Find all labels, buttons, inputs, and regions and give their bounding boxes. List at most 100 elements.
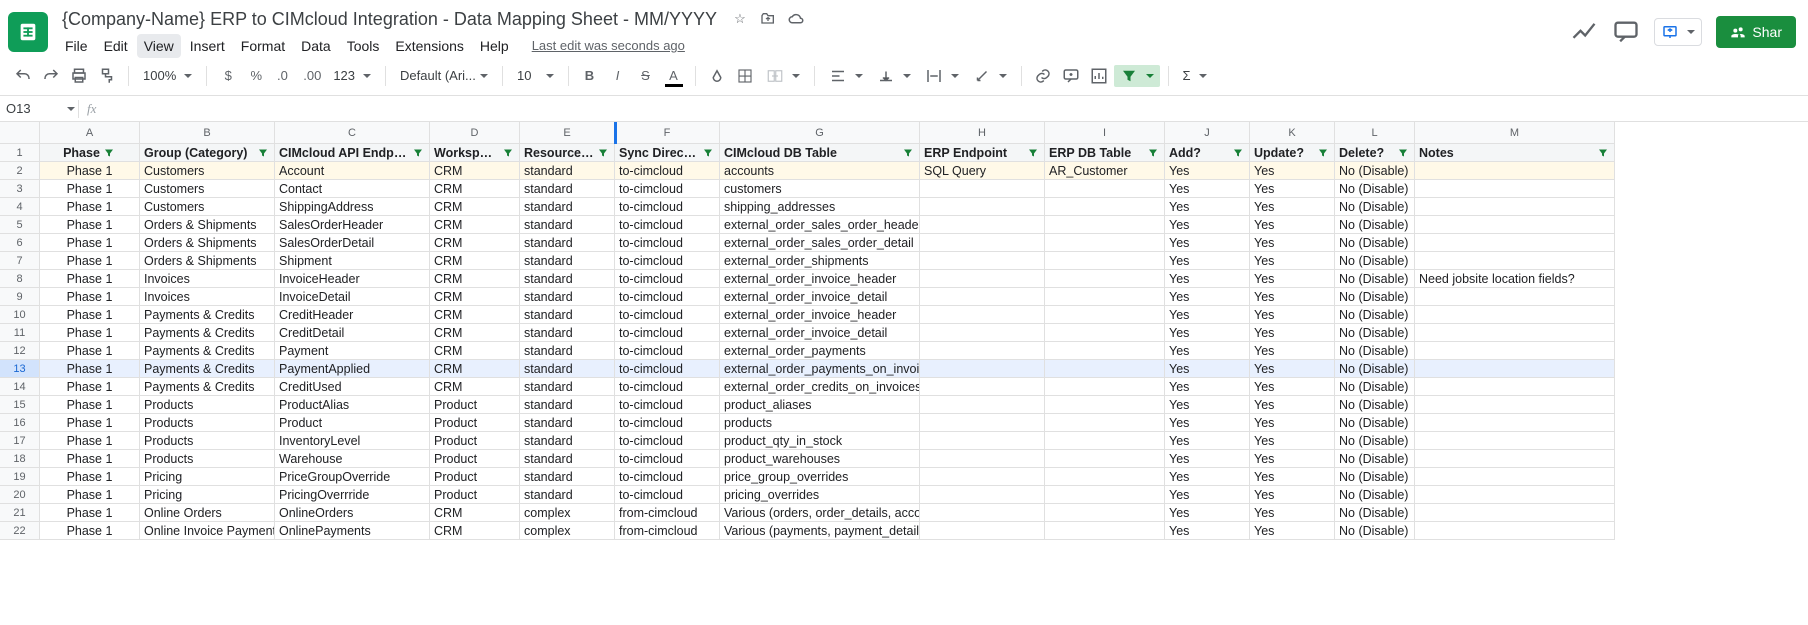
cell-L19[interactable]: No (Disable) [1335,468,1415,486]
row-header-1[interactable]: 1 [0,144,40,162]
cell-E7[interactable]: standard [520,252,615,270]
cell-A16[interactable]: Phase 1 [40,414,140,432]
cell-F12[interactable]: to-cimcloud [615,342,720,360]
cell-L8[interactable]: No (Disable) [1335,270,1415,288]
cell-M16[interactable] [1415,414,1615,432]
cell-K19[interactable]: Yes [1250,468,1335,486]
cell-J19[interactable]: Yes [1165,468,1250,486]
row-header-3[interactable]: 3 [0,180,40,198]
cell-E3[interactable]: standard [520,180,615,198]
cell-I20[interactable] [1045,486,1165,504]
bold-button[interactable]: B [577,63,603,89]
cell-I10[interactable] [1045,306,1165,324]
cell-C10[interactable]: CreditHeader [275,306,430,324]
cell-M12[interactable] [1415,342,1615,360]
text-color-button[interactable]: A [661,63,687,89]
cell-K4[interactable]: Yes [1250,198,1335,216]
cell-I7[interactable] [1045,252,1165,270]
cell-E19[interactable]: standard [520,468,615,486]
cell-J15[interactable]: Yes [1165,396,1250,414]
cell-C8[interactable]: InvoiceHeader [275,270,430,288]
cell-J21[interactable]: Yes [1165,504,1250,522]
filter-icon[interactable] [901,146,915,160]
cell-G9[interactable]: external_order_invoice_detail [720,288,920,306]
cell-D8[interactable]: CRM [430,270,520,288]
cell-K22[interactable]: Yes [1250,522,1335,540]
cell-I3[interactable] [1045,180,1165,198]
filter-icon[interactable] [1026,146,1040,160]
cell-K3[interactable]: Yes [1250,180,1335,198]
cell-F5[interactable]: to-cimcloud [615,216,720,234]
header-cell-G[interactable]: CIMcloud DB Table [720,144,920,162]
cell-L17[interactable]: No (Disable) [1335,432,1415,450]
cell-M2[interactable] [1415,162,1615,180]
cell-B18[interactable]: Products [140,450,275,468]
cell-I15[interactable] [1045,396,1165,414]
cell-D7[interactable]: CRM [430,252,520,270]
cell-E12[interactable]: standard [520,342,615,360]
cell-H19[interactable] [920,468,1045,486]
cell-F7[interactable]: to-cimcloud [615,252,720,270]
cell-K5[interactable]: Yes [1250,216,1335,234]
cell-H8[interactable] [920,270,1045,288]
cell-D15[interactable]: Product [430,396,520,414]
cell-G14[interactable]: external_order_credits_on_invoices [720,378,920,396]
cell-F3[interactable]: to-cimcloud [615,180,720,198]
cell-G4[interactable]: shipping_addresses [720,198,920,216]
cell-F4[interactable]: to-cimcloud [615,198,720,216]
cell-A3[interactable]: Phase 1 [40,180,140,198]
row-header-17[interactable]: 17 [0,432,40,450]
cell-G5[interactable]: external_order_sales_order_header [720,216,920,234]
cell-D10[interactable]: CRM [430,306,520,324]
cell-C3[interactable]: Contact [275,180,430,198]
cell-G15[interactable]: product_aliases [720,396,920,414]
cell-C18[interactable]: Warehouse [275,450,430,468]
cell-H5[interactable] [920,216,1045,234]
menu-view[interactable]: View [137,34,181,58]
cell-J2[interactable]: Yes [1165,162,1250,180]
cell-C13[interactable]: PaymentApplied [275,360,430,378]
cell-J14[interactable]: Yes [1165,378,1250,396]
header-cell-L[interactable]: Delete? [1335,144,1415,162]
cell-H16[interactable] [920,414,1045,432]
cell-M14[interactable] [1415,378,1615,396]
cell-B17[interactable]: Products [140,432,275,450]
cell-I2[interactable]: AR_Customer [1045,162,1165,180]
cell-L14[interactable]: No (Disable) [1335,378,1415,396]
cell-F22[interactable]: from-cimcloud [615,522,720,540]
cell-B7[interactable]: Orders & Shipments [140,252,275,270]
cell-J9[interactable]: Yes [1165,288,1250,306]
menu-format[interactable]: Format [234,34,292,58]
filter-icon[interactable] [411,146,425,160]
cell-F14[interactable]: to-cimcloud [615,378,720,396]
cell-B22[interactable]: Online Invoice Payments [140,522,275,540]
col-header-F[interactable]: F [615,122,720,144]
cell-J5[interactable]: Yes [1165,216,1250,234]
filter-icon[interactable] [596,146,610,160]
cell-K13[interactable]: Yes [1250,360,1335,378]
share-button[interactable]: Shar [1716,16,1796,48]
cell-G6[interactable]: external_order_sales_order_detail [720,234,920,252]
menu-help[interactable]: Help [473,34,516,58]
cell-A14[interactable]: Phase 1 [40,378,140,396]
cell-A10[interactable]: Phase 1 [40,306,140,324]
cell-B21[interactable]: Online Orders [140,504,275,522]
col-header-K[interactable]: K [1250,122,1335,144]
row-header-6[interactable]: 6 [0,234,40,252]
cell-K17[interactable]: Yes [1250,432,1335,450]
cell-M4[interactable] [1415,198,1615,216]
cell-E21[interactable]: complex [520,504,615,522]
cell-L5[interactable]: No (Disable) [1335,216,1415,234]
cell-J22[interactable]: Yes [1165,522,1250,540]
link-button[interactable] [1030,63,1056,89]
cell-J20[interactable]: Yes [1165,486,1250,504]
cell-K20[interactable]: Yes [1250,486,1335,504]
last-edit-link[interactable]: Last edit was seconds ago [532,38,685,53]
header-cell-M[interactable]: Notes [1415,144,1615,162]
cell-E17[interactable]: standard [520,432,615,450]
print-button[interactable] [66,63,92,89]
cell-D9[interactable]: CRM [430,288,520,306]
header-cell-D[interactable]: Workspace [430,144,520,162]
cell-A2[interactable]: Phase 1 [40,162,140,180]
cell-C22[interactable]: OnlinePayments [275,522,430,540]
